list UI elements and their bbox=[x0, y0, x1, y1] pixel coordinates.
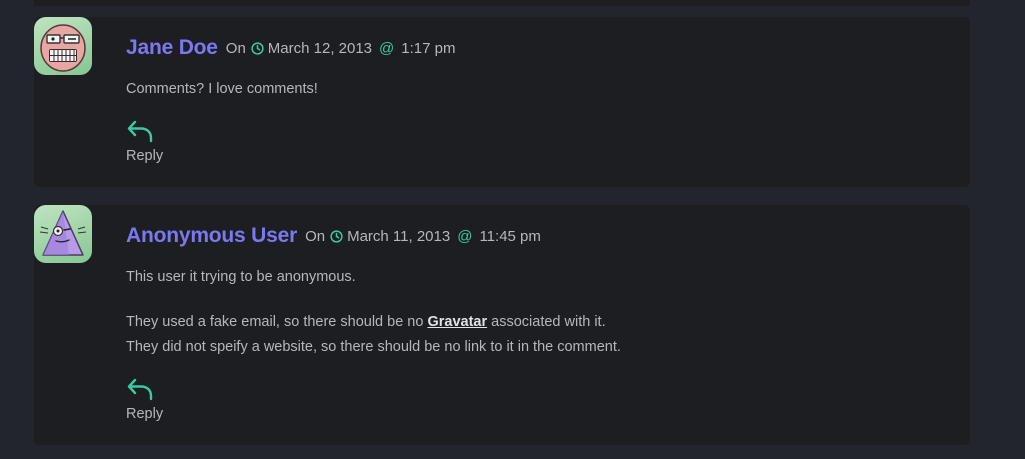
reply-arrow-icon bbox=[127, 120, 153, 143]
paragraph-text: associated with it. bbox=[487, 314, 606, 330]
paragraph-text: They did not speify a website, so there … bbox=[126, 339, 621, 355]
robot-face-avatar-icon[interactable] bbox=[34, 17, 92, 75]
comment-content: This user it trying to be anonymous. The… bbox=[126, 265, 621, 360]
reply-button[interactable]: Reply bbox=[126, 119, 170, 164]
previous-comment-edge bbox=[34, 0, 970, 6]
comment-paragraph: They used a fake email, so there should … bbox=[126, 310, 621, 360]
comment-paragraph: Comments? I love comments! bbox=[126, 81, 318, 97]
triangle-creature-avatar-icon[interactable] bbox=[34, 205, 92, 263]
clock-icon bbox=[330, 229, 343, 243]
comment-card: Jane Doe On March 12, 2013 @ 1:17 pm Com… bbox=[34, 17, 970, 187]
comment-author-name: Anonymous User bbox=[126, 224, 298, 247]
comment-meta: Anonymous User On March 11, 2013 @ 11:45… bbox=[126, 223, 541, 249]
comment-author-name[interactable]: Jane Doe bbox=[126, 36, 218, 60]
on-label: On bbox=[305, 227, 326, 245]
comment-card: Anonymous User On March 11, 2013 @ 11:45… bbox=[34, 205, 970, 445]
comment-paragraph: This user it trying to be anonymous. bbox=[126, 269, 356, 285]
comment-content: Comments? I love comments! bbox=[126, 77, 318, 102]
comment-meta: Jane Doe On March 12, 2013 @ 1:17 pm bbox=[126, 35, 455, 61]
reply-label: Reply bbox=[126, 148, 164, 164]
clock-icon bbox=[251, 41, 264, 55]
on-label: On bbox=[225, 39, 246, 57]
comment-date[interactable]: March 12, 2013 bbox=[268, 40, 372, 57]
reply-button[interactable]: Reply bbox=[126, 377, 170, 422]
comment-time[interactable]: 1:17 pm bbox=[401, 40, 455, 57]
at-icon: @ bbox=[379, 39, 395, 57]
at-icon: @ bbox=[457, 227, 473, 245]
reply-label: Reply bbox=[126, 406, 164, 422]
gravatar-link[interactable]: Gravatar bbox=[427, 314, 487, 330]
comment-time[interactable]: 11:45 pm bbox=[479, 228, 540, 245]
comment-date[interactable]: March 11, 2013 bbox=[347, 228, 450, 245]
paragraph-text: They used a fake email, so there should … bbox=[126, 314, 428, 330]
reply-arrow-icon bbox=[127, 378, 153, 401]
